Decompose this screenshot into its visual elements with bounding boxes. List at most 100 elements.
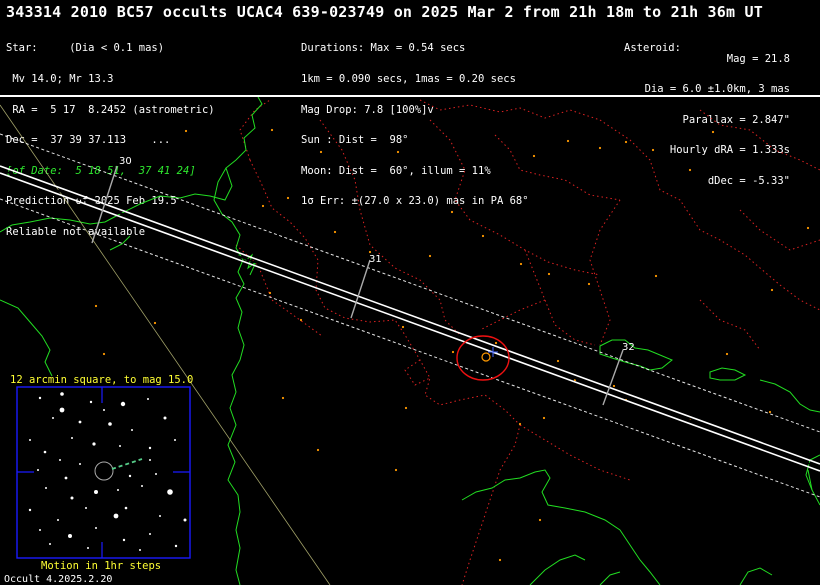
inset-star bbox=[60, 392, 64, 396]
map-point bbox=[494, 341, 498, 345]
map-point bbox=[587, 282, 591, 286]
inset-star bbox=[183, 518, 187, 522]
inset-star bbox=[94, 490, 98, 494]
map-point bbox=[725, 352, 729, 356]
event-title: 343314 2010 BC57 occults UCAC4 639-02374… bbox=[6, 3, 763, 21]
inset-star bbox=[141, 485, 143, 487]
map-point bbox=[518, 422, 522, 426]
inset-star bbox=[43, 450, 47, 454]
map-point bbox=[394, 468, 398, 472]
inset-star bbox=[148, 446, 152, 450]
map-point bbox=[319, 150, 323, 154]
map-point bbox=[299, 318, 303, 322]
background-points bbox=[94, 128, 810, 562]
inset-star bbox=[155, 473, 157, 475]
inset-footer: Motion in 1hr steps bbox=[41, 560, 162, 572]
time-ticks bbox=[91, 165, 624, 406]
inset-star bbox=[117, 489, 119, 491]
map-point bbox=[532, 154, 536, 158]
observer-site bbox=[456, 335, 510, 381]
inset-star bbox=[39, 529, 41, 531]
inset-star bbox=[38, 396, 42, 400]
inset-star bbox=[45, 487, 47, 489]
map-point bbox=[404, 406, 408, 410]
map-point bbox=[481, 234, 485, 238]
inset-star bbox=[87, 547, 89, 549]
map-point bbox=[556, 359, 560, 363]
inset-star bbox=[49, 543, 51, 545]
inset-star bbox=[113, 513, 119, 519]
inset-star bbox=[89, 400, 93, 404]
country-borders bbox=[235, 99, 820, 585]
tick-label-31: 31 bbox=[369, 254, 382, 265]
inset-star bbox=[149, 533, 151, 535]
inset-frame bbox=[16, 386, 191, 559]
inset-star bbox=[124, 506, 128, 510]
map-point bbox=[654, 274, 658, 278]
map-point bbox=[566, 139, 570, 143]
inset-star bbox=[108, 422, 112, 426]
tick-label-30: 30 bbox=[119, 156, 132, 167]
inset-star bbox=[37, 469, 39, 471]
inset-star bbox=[52, 417, 54, 419]
map-point bbox=[286, 196, 290, 200]
map-point bbox=[547, 272, 551, 276]
inset-star bbox=[119, 445, 121, 447]
map-point bbox=[651, 148, 655, 152]
asteroid-line: Mag = 21.8 bbox=[726, 52, 790, 65]
map-point bbox=[612, 384, 616, 388]
inset-star bbox=[57, 519, 59, 521]
map-point bbox=[538, 518, 542, 522]
map-point bbox=[598, 146, 602, 150]
map-point bbox=[270, 128, 274, 132]
map-point bbox=[450, 210, 454, 214]
map-point bbox=[498, 558, 502, 562]
inset-star bbox=[149, 459, 151, 461]
inset-star bbox=[29, 439, 31, 441]
inset-star bbox=[120, 401, 126, 407]
map-point bbox=[368, 250, 372, 254]
inset-star bbox=[64, 476, 68, 480]
inset-star bbox=[122, 538, 126, 542]
map-point bbox=[281, 396, 285, 400]
map-point bbox=[768, 410, 772, 414]
tick-label-32: 32 bbox=[622, 342, 635, 353]
version-footer: Occult 4.2025.2.20 bbox=[4, 574, 113, 585]
inset-star bbox=[68, 534, 72, 538]
map-point bbox=[688, 168, 692, 172]
star-line: Star: (Dia < 0.1 mas) bbox=[6, 42, 165, 55]
map-point bbox=[624, 140, 628, 144]
inset-star bbox=[159, 515, 161, 517]
site-marker bbox=[481, 352, 491, 362]
inset-star bbox=[147, 398, 149, 400]
inset-star bbox=[95, 527, 97, 529]
inset-star bbox=[131, 429, 133, 431]
map-point bbox=[396, 150, 400, 154]
map-point bbox=[333, 230, 337, 234]
map-point bbox=[153, 321, 157, 325]
inset-star bbox=[163, 416, 167, 420]
map-point bbox=[542, 416, 546, 420]
inset-star bbox=[71, 437, 73, 439]
map-point bbox=[519, 262, 523, 266]
map-point bbox=[261, 204, 265, 208]
map-point bbox=[102, 352, 106, 356]
occultation-map-window: 343314 2010 BC57 occults UCAC4 639-02374… bbox=[0, 0, 820, 585]
inset-star bbox=[92, 442, 96, 446]
map-point bbox=[770, 288, 774, 292]
inset-star bbox=[70, 496, 74, 500]
event-line: 1km = 0.090 secs, 1mas = 0.20 secs bbox=[301, 73, 516, 85]
event-line: Durations: Max = 0.54 secs bbox=[301, 42, 466, 55]
tick-31 bbox=[350, 259, 371, 319]
inset-star bbox=[28, 508, 32, 512]
star-field-inset bbox=[16, 386, 191, 559]
inset-star bbox=[59, 459, 61, 461]
asteroid-line: Dia = 6.0 ±1.0km, 3 mas bbox=[644, 83, 790, 96]
map-point bbox=[316, 448, 320, 452]
inset-star bbox=[139, 549, 141, 551]
map-point bbox=[428, 254, 432, 258]
map-point bbox=[184, 129, 188, 133]
inset-title: 12 arcmin square, to mag 15.0 bbox=[10, 374, 194, 386]
inset-star bbox=[79, 463, 81, 465]
inset-star bbox=[167, 489, 173, 495]
